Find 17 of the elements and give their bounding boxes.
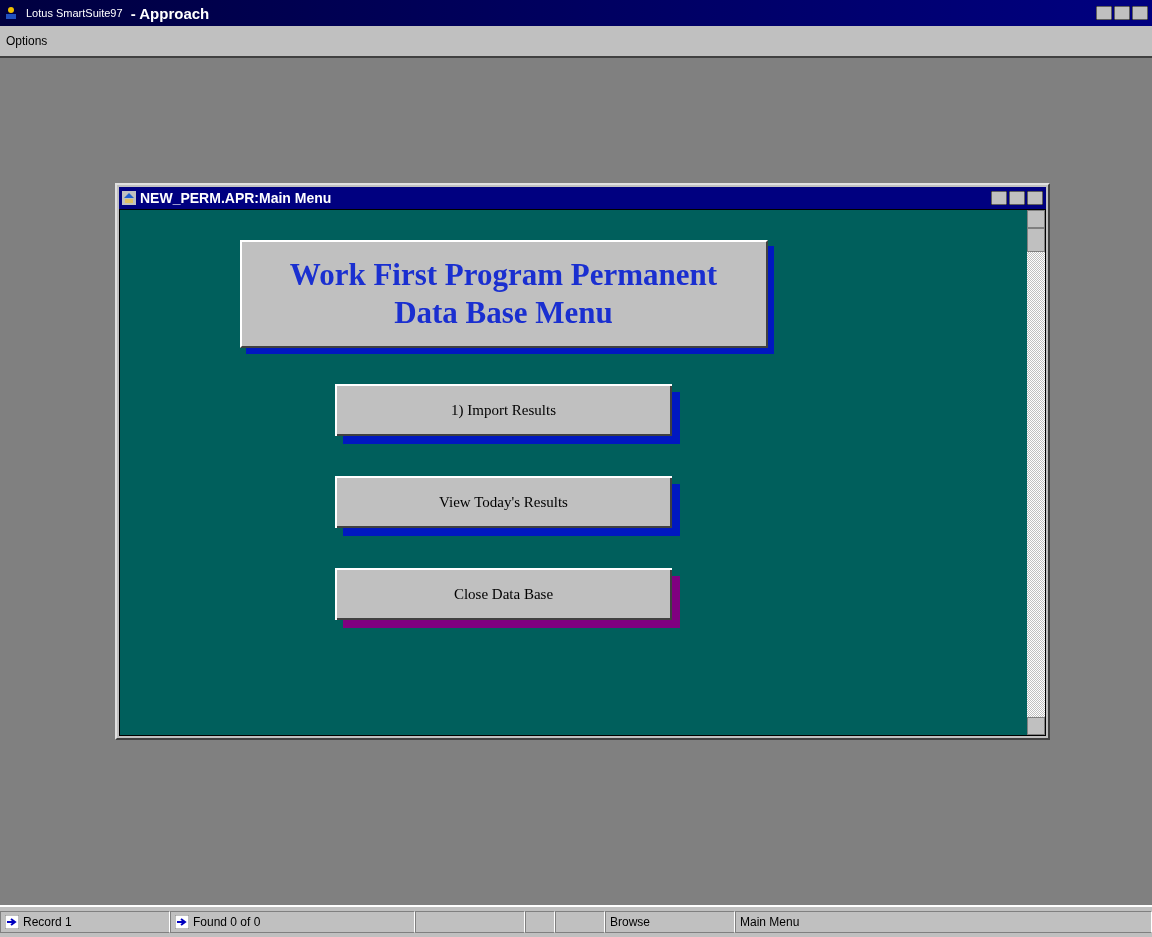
app-icon — [4, 6, 18, 20]
vertical-scrollbar[interactable] — [1027, 210, 1045, 735]
app-title: Lotus SmartSuite97 — [26, 7, 123, 19]
found-icon[interactable] — [175, 915, 189, 929]
menu-button[interactable]: View Today's Results — [335, 476, 680, 536]
menu-item[interactable]: Options — [6, 34, 48, 48]
mode-status: Browse — [610, 915, 650, 929]
view-status[interactable]: Main Menu — [740, 915, 800, 929]
document-title: NEW_PERM.APR:Main Menu — [140, 190, 332, 206]
found-status: Found 0 of 0 — [193, 915, 261, 929]
app-name: - Approach — [130, 4, 210, 22]
document-icon — [122, 191, 136, 205]
record-icon[interactable] — [5, 915, 19, 929]
menu-button[interactable]: Close Data Base — [335, 568, 680, 628]
menu-button[interactable]: 1) Import Results — [335, 384, 680, 444]
status-cell — [525, 911, 555, 933]
record-status: Record 1 — [23, 915, 72, 929]
